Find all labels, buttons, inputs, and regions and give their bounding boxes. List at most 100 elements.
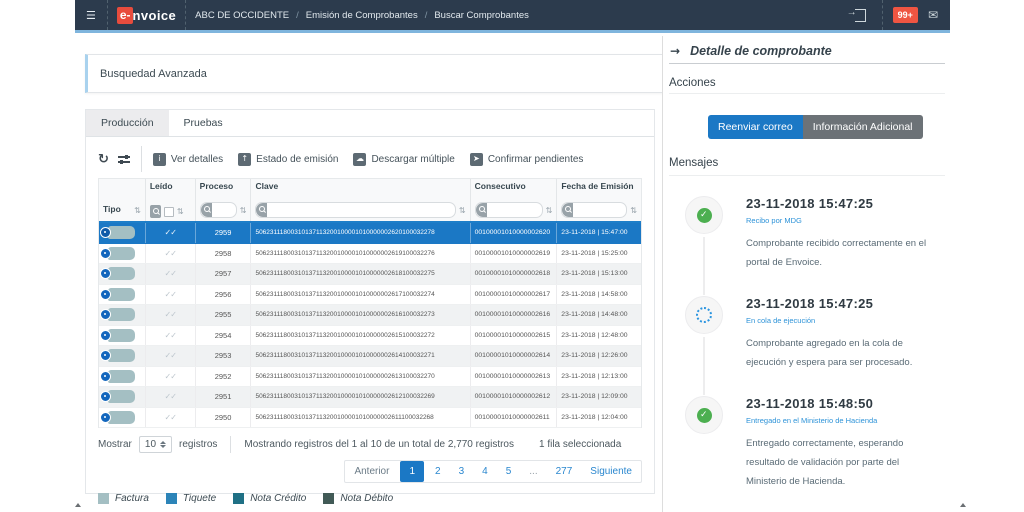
confirmar-pendientes-button[interactable]: ➤ Confirmar pendientes: [470, 153, 584, 166]
divider: [669, 93, 945, 94]
mail-icon[interactable]: ✉: [928, 9, 938, 21]
page-button[interactable]: 2: [426, 461, 450, 482]
consecutivo-cell: 00100001010000002616: [470, 305, 557, 325]
table-row[interactable]: ✓✓ 2955 50623111800310137113200100001010…: [99, 305, 641, 326]
leido-filter-checkbox[interactable]: [164, 207, 174, 217]
page-button[interactable]: 4: [473, 461, 497, 482]
page-button[interactable]: ...: [520, 461, 546, 482]
logout-icon[interactable]: [855, 9, 866, 22]
ver-detalles-button[interactable]: i Ver detalles: [153, 153, 223, 166]
proceso-cell: 2950: [195, 408, 251, 428]
tipo-cell: [99, 408, 145, 428]
app-logo[interactable]: e- nvoice: [108, 7, 185, 24]
page-button[interactable]: 5: [497, 461, 521, 482]
row-info-icon[interactable]: [100, 309, 111, 320]
clave-cell: 5062311180031013711320010000101000000261…: [250, 408, 469, 428]
previous-page-button[interactable]: Anterior: [345, 461, 398, 482]
leido-cell: ✓✓: [145, 408, 195, 428]
table-row[interactable]: ✓✓ 2958 50623111800310137113200100001010…: [99, 244, 641, 265]
column-leido: Leído: [150, 182, 191, 192]
messages-heading: Mensajes: [669, 157, 718, 169]
results-card: Producción Pruebas ↻ i Ver detalles ↑ Es…: [85, 109, 655, 494]
row-info-icon[interactable]: [100, 371, 111, 382]
row-info-icon[interactable]: [100, 330, 111, 341]
page-button[interactable]: 1: [400, 461, 424, 482]
table-row[interactable]: ✓✓ 2957 50623111800310137113200100001010…: [99, 264, 641, 285]
sort-icon[interactable]: ⇅: [459, 206, 466, 215]
row-info-icon[interactable]: [100, 227, 111, 238]
table-row[interactable]: ✓✓ 2953 50623111800310137113200100001010…: [99, 346, 641, 367]
column-tipo: Tipo: [103, 205, 121, 215]
sort-icon[interactable]: ⇅: [177, 207, 184, 216]
clave-cell: 5062311180031013711320010000101000000261…: [250, 264, 469, 284]
tab-pruebas[interactable]: Pruebas: [169, 110, 238, 136]
table-row[interactable]: ✓✓ 2951 50623111800310137113200100001010…: [99, 387, 641, 408]
legend-item: Factura: [98, 493, 149, 504]
status-icon: [696, 307, 712, 323]
leido-cell: ✓✓: [145, 264, 195, 284]
message-status-link[interactable]: Entregado en el Ministerio de Hacienda: [746, 416, 951, 425]
scrollbar-arrow[interactable]: [960, 503, 966, 507]
row-info-icon[interactable]: [100, 391, 111, 402]
informacion-adicional-button[interactable]: Información Adicional: [803, 115, 923, 139]
row-info-icon[interactable]: [100, 289, 111, 300]
upload-icon: ↑: [238, 153, 251, 166]
clave-cell: 5062311180031013711320010000101000000261…: [250, 326, 469, 346]
clave-cell: 5062311180031013711320010000101000000261…: [250, 285, 469, 305]
tipo-cell: [99, 305, 145, 325]
page-button[interactable]: 3: [450, 461, 474, 482]
breadcrumb-page[interactable]: Buscar Comprobantes: [434, 10, 529, 21]
table-row[interactable]: ✓✓ 2954 50623111800310137113200100001010…: [99, 326, 641, 347]
tipo-cell: [99, 264, 145, 284]
proceso-filter-input[interactable]: [212, 204, 236, 216]
sort-icon[interactable]: ⇅: [630, 206, 637, 215]
page-size-value: 10: [145, 439, 156, 450]
consecutivo-filter-input[interactable]: [487, 204, 542, 216]
breadcrumb-separator: /: [296, 10, 299, 21]
advanced-search-panel[interactable]: Busquedad Avanzada: [85, 54, 667, 93]
row-info-icon[interactable]: [100, 350, 111, 361]
factura-type-icon: [108, 370, 135, 383]
breadcrumb-section[interactable]: Emisión de Comprobantes: [306, 10, 418, 21]
estado-emision-button[interactable]: ↑ Estado de emisión: [238, 153, 338, 166]
hamburger-menu-icon[interactable]: ☰: [75, 9, 107, 22]
leido-cell: ✓✓: [145, 367, 195, 387]
legend-label: Nota Débito: [340, 493, 393, 504]
table-row[interactable]: ✓✓ 2959 50623111800310137113200100001010…: [99, 223, 641, 244]
filters-icon[interactable]: [118, 154, 130, 164]
table-row[interactable]: ✓✓ 2952 50623111800310137113200100001010…: [99, 367, 641, 388]
row-info-icon[interactable]: [100, 412, 111, 423]
scrollbar-arrow[interactable]: [75, 503, 81, 507]
refresh-icon[interactable]: ↻: [98, 152, 109, 167]
search-icon: [256, 203, 267, 217]
breadcrumb-company[interactable]: ABC DE OCCIDENTE: [195, 10, 289, 21]
reenviar-correo-button[interactable]: Reenviar correo: [708, 115, 803, 139]
table-row[interactable]: ✓✓ 2956 50623111800310137113200100001010…: [99, 285, 641, 306]
legend-color-swatch: [166, 493, 177, 504]
row-info-icon[interactable]: [100, 248, 111, 259]
table-row[interactable]: ✓✓ 2950 50623111800310137113200100001010…: [99, 408, 641, 429]
arrow-right-icon[interactable]: →: [670, 44, 680, 58]
records-summary: Mostrando registros del 1 al 10 de un to…: [244, 439, 514, 450]
sort-icon[interactable]: ⇅: [240, 206, 247, 215]
search-icon[interactable]: [150, 205, 161, 218]
tipo-cell: [99, 285, 145, 305]
row-info-icon[interactable]: [100, 268, 111, 279]
detail-title: → Detalle de comprobante: [670, 44, 832, 58]
next-page-button[interactable]: Siguiente: [581, 461, 641, 482]
descargar-multiple-button[interactable]: ☁ Descargar múltiple: [353, 153, 454, 166]
sort-icon[interactable]: ⇅: [546, 206, 553, 215]
tab-produccion[interactable]: Producción: [86, 110, 169, 136]
message-timeline: 23-11-2018 15:47:25 Recibo por MDG Compr…: [671, 196, 951, 496]
fecha-filter-input[interactable]: [573, 204, 626, 216]
page-size-select[interactable]: 10: [139, 436, 172, 453]
double-check-icon: ✓✓: [165, 331, 176, 340]
notification-badge[interactable]: 99+: [893, 7, 918, 23]
message-status-link[interactable]: Recibo por MDG: [746, 216, 951, 225]
clave-filter-input[interactable]: [267, 204, 454, 216]
consecutivo-cell: 00100001010000002611: [470, 408, 557, 428]
sort-icon[interactable]: ⇅: [134, 206, 141, 215]
message-status-link[interactable]: En cola de ejecución: [746, 316, 951, 325]
legend-label: Tiquete: [183, 493, 216, 504]
page-button[interactable]: 277: [547, 461, 582, 482]
